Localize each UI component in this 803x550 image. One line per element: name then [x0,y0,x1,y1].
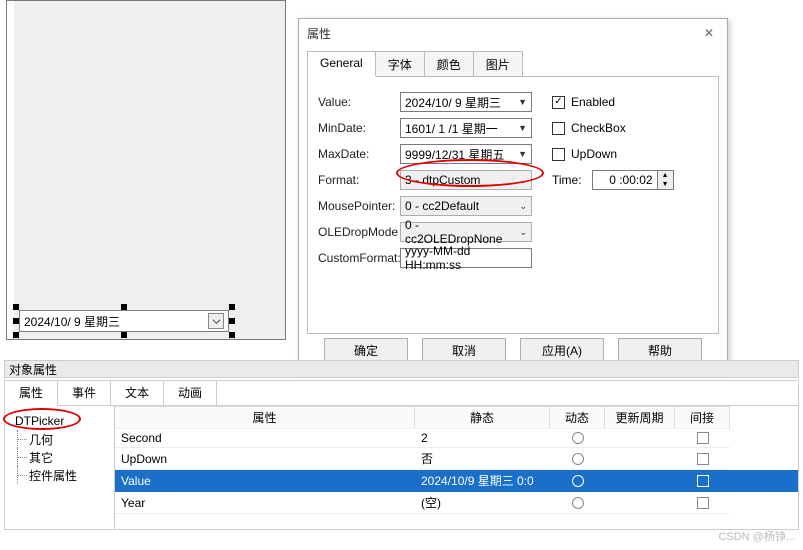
label-mousepointer: MousePointer: [318,199,400,213]
object-properties-title: 对象属性 [4,360,799,378]
checkbox-icon[interactable] [697,453,709,465]
enabled-checkbox[interactable]: ✓Enabled [552,95,615,109]
value-combo[interactable]: 2024/10/ 9 星期三▼ [400,92,532,112]
chevron-down-icon: ⌄ [519,175,527,186]
tree-child-controlprops[interactable]: 控件属性 [9,466,110,484]
label-value: Value: [318,95,400,109]
chevron-down-icon: ▼ [518,149,527,159]
mindate-combo[interactable]: 1601/ 1 /1 星期一▼ [400,118,532,138]
tree-root[interactable]: DTPicker [9,412,110,430]
customformat-field[interactable]: yyyy-MM-dd HH:mm:ss [400,248,532,268]
apply-button[interactable]: 应用(A) [520,338,604,362]
titlebar[interactable]: 属性 ✕ [299,19,727,47]
header-update: 更新周期 [605,406,675,429]
mousepointer-combo[interactable]: 0 - cc2Default⌄ [400,196,532,216]
ok-button[interactable]: 确定 [324,338,408,362]
spin-down-icon[interactable]: ▼ [658,180,673,189]
format-combo[interactable]: 3 - dtpCustom⌄ [400,170,532,190]
header-indirect: 间接 [675,406,730,429]
tab-image[interactable]: 图片 [473,51,523,77]
object-tree: DTPicker 几何 其它 控件属性 [5,406,115,529]
table-row[interactable]: Year (空) [115,492,798,514]
table-row[interactable]: UpDown 否 [115,448,798,470]
label-oledropmode: OLEDropMode [318,225,400,239]
label-time: Time: [552,173,582,187]
header-dynamic: 动态 [550,406,605,429]
tab-page-general: Value: 2024/10/ 9 星期三▼ ✓Enabled MinDate:… [307,76,719,334]
bulb-icon[interactable] [572,453,584,465]
checkbox-icon[interactable] [697,497,709,509]
tab-general[interactable]: General [307,51,376,77]
tab-color[interactable]: 颜色 [424,51,474,77]
grid-header: 属性 静态 动态 更新周期 间接 [115,406,798,429]
dialog-tabstrip: General 字体 颜色 图片 [307,51,719,77]
otab-properties[interactable]: 属性 [5,381,58,406]
table-row[interactable]: Second 2 [115,429,798,448]
maxdate-combo[interactable]: 9999/12/31 星期五▼ [400,144,532,164]
otab-events[interactable]: 事件 [58,381,111,405]
watermark: CSDN @杨铮... [718,528,795,544]
object-tabs: 属性 事件 文本 动画 [5,381,798,406]
checkbox-checkbox[interactable]: CheckBox [552,121,626,135]
header-name: 属性 [115,406,415,429]
selection-handles [16,307,232,335]
spin-up-icon[interactable]: ▲ [658,171,673,180]
bulb-icon[interactable] [572,475,584,487]
dialog-buttons: 确定 取消 应用(A) 帮助 [299,338,727,362]
chevron-down-icon: ⌄ [519,201,527,212]
design-canvas [6,0,286,340]
label-mindate: MinDate: [318,121,400,135]
bulb-icon[interactable] [572,432,584,444]
tree-child-other[interactable]: 其它 [9,448,110,466]
close-icon[interactable]: ✕ [699,23,719,43]
bulb-icon[interactable] [572,497,584,509]
oledropmode-combo[interactable]: 0 - cc2OLEDropNone⌄ [400,222,532,242]
object-properties-panel: 属性 事件 文本 动画 DTPicker 几何 其它 控件属性 属性 静态 动态… [4,380,799,530]
chevron-down-icon: ▼ [518,123,527,133]
cancel-button[interactable]: 取消 [422,338,506,362]
otab-animation[interactable]: 动画 [164,381,217,405]
label-maxdate: MaxDate: [318,147,400,161]
properties-dialog: 属性 ✕ General 字体 颜色 图片 Value: 2024/10/ 9 … [298,18,728,373]
time-spinner[interactable]: 0 :00:02 ▲▼ [592,170,674,190]
canvas-inner [14,1,285,339]
label-format: Format: [318,173,400,187]
label-customformat: CustomFormat: [318,251,400,265]
checkbox-icon[interactable] [697,432,709,444]
chevron-down-icon: ⌄ [519,227,527,238]
help-button[interactable]: 帮助 [618,338,702,362]
property-grid: 属性 静态 动态 更新周期 间接 Second 2 UpDown 否 [115,406,798,529]
tree-child-geometry[interactable]: 几何 [9,430,110,448]
otab-text[interactable]: 文本 [111,381,164,405]
tab-font[interactable]: 字体 [375,51,425,77]
updown-checkbox[interactable]: UpDown [552,147,617,161]
dialog-title: 属性 [307,25,699,42]
table-row[interactable]: Value 2024/10/9 星期三 0:0 [115,470,798,492]
checkbox-icon[interactable] [697,475,709,487]
header-static: 静态 [415,406,550,429]
chevron-down-icon: ▼ [518,97,527,107]
